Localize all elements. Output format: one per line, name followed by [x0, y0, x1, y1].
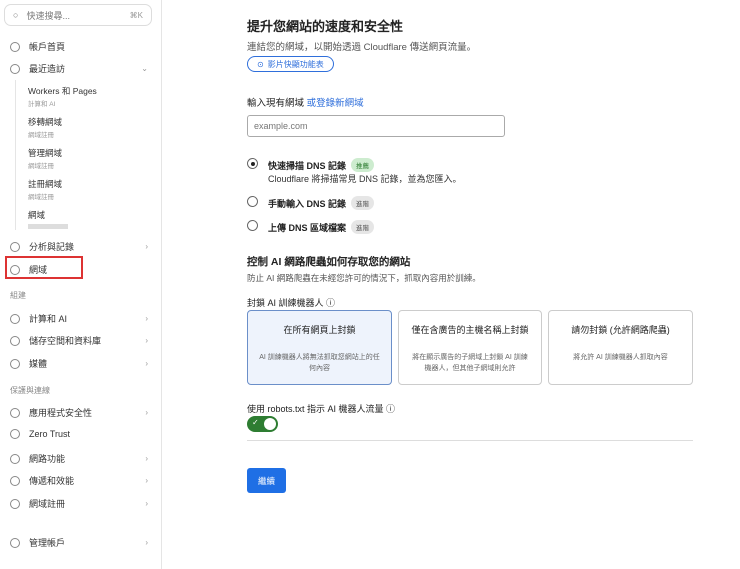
chevron-right-icon: ›	[145, 336, 148, 345]
sidebar-item-delivery[interactable]: 傳遞和效能›	[10, 474, 148, 487]
sidebar-item-appsec[interactable]: 應用程式安全性›	[10, 406, 148, 419]
play-icon	[10, 359, 20, 369]
recent-item[interactable]: 管理網域網域註冊	[28, 147, 62, 170]
compute-icon	[10, 314, 20, 324]
sidebar-item-manage-account[interactable]: 管理帳戶›	[10, 536, 148, 549]
divider	[247, 440, 693, 441]
recent-item[interactable]: 網域	[28, 209, 68, 229]
robots-toggle[interactable]: ✓	[247, 416, 278, 432]
chevron-right-icon: ›	[145, 242, 148, 251]
search-input[interactable]: ○ 快速搜尋... ⌘K	[4, 4, 152, 26]
chevron-right-icon: ›	[145, 359, 148, 368]
chevron-right-icon: ›	[145, 408, 148, 417]
robots-label: 使用 robots.txt 指示 AI 機器人流量 ⓘ	[247, 402, 395, 415]
group-label: 保護與連線	[10, 385, 50, 396]
domain-label: 輸入現有網域 或登錄新網域	[247, 95, 364, 109]
sidebar-item-zerotrust[interactable]: Zero Trust	[10, 429, 148, 439]
option-card-block-all[interactable]: 在所有網頁上封鎖AI 訓練機器人將無法抓取您網站上的任何內容	[247, 310, 392, 385]
sidebar-item-domains[interactable]: 網域	[10, 263, 148, 276]
chevron-right-icon: ›	[145, 499, 148, 508]
zerotrust-icon	[10, 429, 20, 439]
check-icon: ✓	[252, 418, 259, 427]
sidebar-item-media[interactable]: 媒體›	[10, 357, 148, 370]
radio-manual[interactable]: 手動輸入 DNS 記錄進階	[247, 196, 647, 210]
search-icon: ○	[13, 10, 18, 20]
continue-button[interactable]: 繼續	[247, 468, 286, 493]
chart-icon	[10, 242, 20, 252]
database-icon	[10, 336, 20, 346]
advanced-badge: 進階	[351, 196, 374, 210]
chevron-right-icon: ›	[145, 454, 148, 463]
shield-icon	[10, 408, 20, 418]
globe-icon	[10, 499, 20, 509]
radio-description: Cloudflare 將掃描常見 DNS 記錄，並為您匯入。	[268, 172, 462, 185]
group-label: 組建	[10, 290, 26, 301]
radio-upload[interactable]: 上傳 DNS 區域檔案進階	[247, 220, 647, 234]
register-link[interactable]: 或登錄新網域	[307, 98, 364, 109]
divider	[15, 80, 16, 230]
globe-icon	[10, 265, 20, 275]
sidebar-item-home[interactable]: 帳戶首頁	[10, 40, 148, 53]
sidebar-item-compute[interactable]: 計算和 AI›	[10, 312, 148, 325]
blurred-text	[28, 224, 68, 229]
home-icon	[10, 42, 20, 52]
ai-heading: 控制 AI 網路爬蟲如何存取您的網站	[247, 254, 410, 269]
sidebar-item-storage[interactable]: 儲存空間和資料庫›	[10, 334, 148, 347]
shortcut-hint: ⌘K	[130, 11, 143, 20]
option-card-block-ads[interactable]: 僅在含廣告的主機名稱上封鎖將在顯示廣告的子網域上封鎖 AI 訓練機器人，但其他子…	[398, 310, 542, 385]
network-icon	[10, 454, 20, 464]
toggle-knob	[264, 418, 276, 430]
radio-button[interactable]	[247, 196, 258, 207]
recommended-badge: 推薦	[351, 158, 374, 172]
advanced-badge: 進階	[351, 220, 374, 234]
gear-icon	[10, 538, 20, 548]
play-icon: ⊙	[257, 60, 264, 69]
chevron-right-icon: ›	[145, 314, 148, 323]
recent-item[interactable]: Workers 和 Pages計算和 AI	[28, 85, 97, 108]
domain-input[interactable]: example.com	[247, 115, 505, 137]
radio-button[interactable]	[247, 220, 258, 231]
info-icon: ⓘ	[386, 404, 395, 414]
option-card-allow[interactable]: 請勿封鎖 (允許網路爬蟲)將允許 AI 訓練機器人抓取內容	[548, 310, 693, 385]
page-title: 提升您網站的速度和安全性	[247, 16, 403, 35]
bolt-icon	[10, 476, 20, 486]
info-icon: ⓘ	[326, 298, 335, 308]
sidebar-item-analytics[interactable]: 分析與記錄›	[10, 240, 148, 253]
recent-item[interactable]: 移轉網域網域註冊	[28, 116, 62, 139]
page-subtitle: 連結您的網域，以開始透過 Cloudflare 傳送網頁流量。	[247, 39, 476, 53]
chevron-right-icon: ›	[145, 476, 148, 485]
sidebar: ○ 快速搜尋... ⌘K 帳戶首頁 最近造訪⌄ Workers 和 Pages計…	[0, 0, 162, 569]
block-label: 封鎖 AI 訓練機器人 ⓘ	[247, 296, 335, 309]
radio-quick-scan[interactable]: 快速掃描 DNS 記錄推薦 Cloudflare 將掃描常見 DNS 記錄，並為…	[247, 158, 647, 188]
recent-item[interactable]: 註冊網域網域註冊	[28, 178, 62, 201]
clock-icon	[10, 64, 20, 74]
sidebar-item-registrar[interactable]: 網域註冊›	[10, 497, 148, 510]
sidebar-item-network[interactable]: 網路功能›	[10, 452, 148, 465]
video-button[interactable]: ⊙影片快顯功能表	[247, 56, 334, 72]
chevron-down-icon: ⌄	[141, 64, 148, 73]
chevron-right-icon: ›	[145, 538, 148, 547]
radio-button[interactable]	[247, 158, 258, 169]
sidebar-item-recent[interactable]: 最近造訪⌄	[10, 62, 148, 75]
ai-subtitle: 防止 AI 網路爬蟲在未經您許可的情況下，抓取內容用於訓練。	[247, 272, 481, 284]
